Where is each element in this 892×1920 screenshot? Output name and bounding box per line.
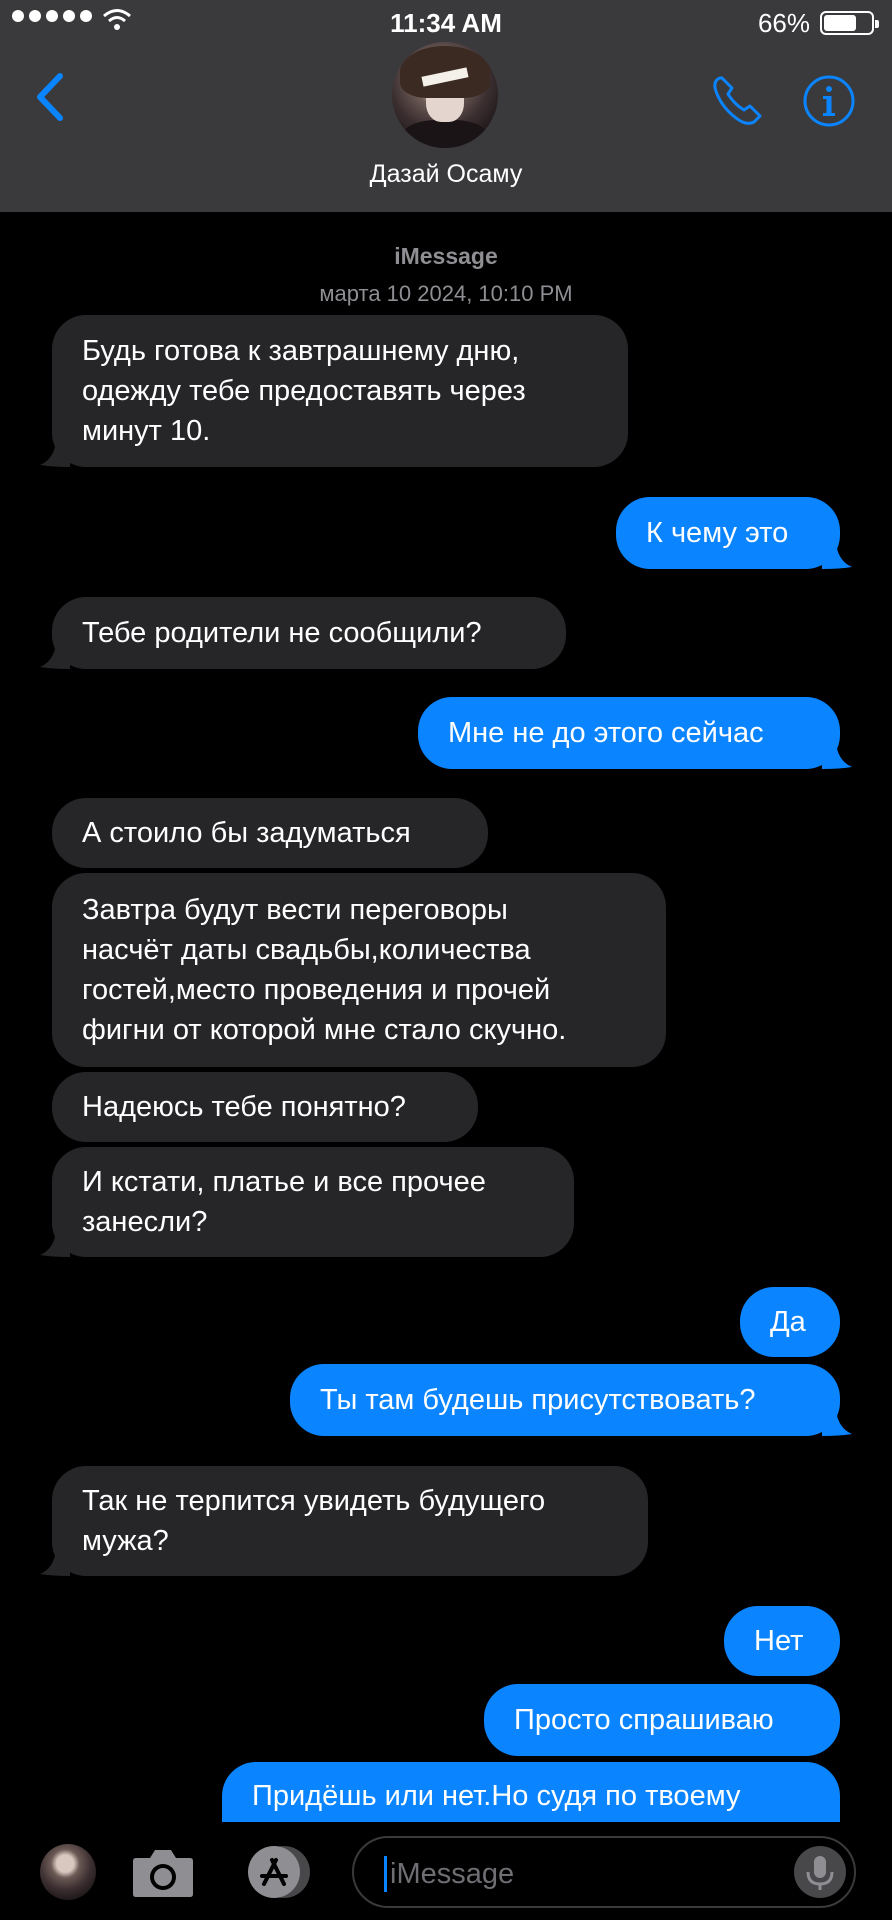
app-store-icon[interactable] [240, 1844, 314, 1900]
message-outgoing[interactable]: Ты там будешь присутствовать? [290, 1364, 852, 1436]
conversation-timestamp: марта 10 2024, 10:10 PM [319, 281, 573, 306]
message-text: Просто спрашиваю [514, 1704, 774, 1736]
message-outgoing[interactable]: Да [740, 1287, 840, 1357]
back-chevron-icon[interactable] [30, 70, 70, 124]
message-text: Да [770, 1306, 806, 1338]
message-incoming[interactable]: Так не терпится увидеть будущего мужа? [40, 1466, 648, 1576]
message-text: Тебе родители не сообщили? [82, 617, 482, 649]
info-icon[interactable] [802, 74, 856, 128]
message-text: И кстати, платье и все прочее занесли? [82, 1166, 486, 1238]
message-incoming[interactable]: И кстати, платье и все прочее занесли? [40, 1147, 574, 1257]
message-text: Будь готова к завтрашнему дню, одежду те… [82, 335, 526, 447]
message-outgoing[interactable]: Нет [724, 1606, 840, 1676]
text-cursor [384, 1856, 387, 1892]
conversation-header: 11:34 AM 66% Дазай Осаму [0, 0, 892, 212]
contact-name[interactable]: Дазай Осаму [0, 160, 892, 189]
message-input-placeholder: iMessage [390, 1858, 515, 1890]
message-text: К чему это [646, 517, 789, 549]
service-label: iMessage [394, 243, 498, 269]
status-bar: 11:34 AM 66% [0, 0, 892, 44]
microphone-icon[interactable] [794, 1846, 846, 1898]
message-outgoing[interactable]: Просто спрашиваю [484, 1684, 840, 1756]
message-text: А стоило бы задуматься [82, 817, 411, 849]
compose-bar: iMessage [0, 1822, 892, 1920]
phone-icon[interactable] [710, 72, 766, 128]
message-text: Придёшь или нет.Но судя по твоему [252, 1780, 741, 1812]
message-text: Нет [754, 1625, 804, 1657]
message-outgoing[interactable]: К чему это [616, 497, 852, 569]
message-input[interactable]: iMessage [352, 1836, 856, 1908]
contact-avatar[interactable] [392, 42, 498, 148]
message-incoming[interactable]: Будь готова к завтрашнему дню, одежду те… [40, 315, 628, 467]
message-outgoing[interactable]: Мне не до этого сейчас [418, 697, 852, 769]
camera-icon[interactable] [130, 1844, 196, 1900]
message-text: Так не терпится увидеть будущего мужа? [82, 1485, 546, 1557]
message-text: Завтра будут вести переговоры насчёт дат… [82, 894, 567, 1046]
message-text: Надеюсь тебе понятно? [82, 1091, 406, 1123]
message-incoming[interactable]: Надеюсь тебе понятно? [52, 1072, 478, 1142]
message-text: Мне не до этого сейчас [448, 717, 764, 749]
memoji-avatar-button[interactable] [40, 1844, 96, 1900]
battery-percent: 66% [757, 8, 810, 38]
message-incoming[interactable]: А стоило бы задуматься [52, 798, 488, 868]
message-incoming[interactable]: Завтра будут вести переговоры насчёт дат… [52, 873, 666, 1067]
battery-icon [820, 11, 879, 35]
message-incoming[interactable]: Тебе родители не сообщили? [40, 597, 566, 669]
message-text: Ты там будешь присутствовать? [320, 1384, 756, 1416]
